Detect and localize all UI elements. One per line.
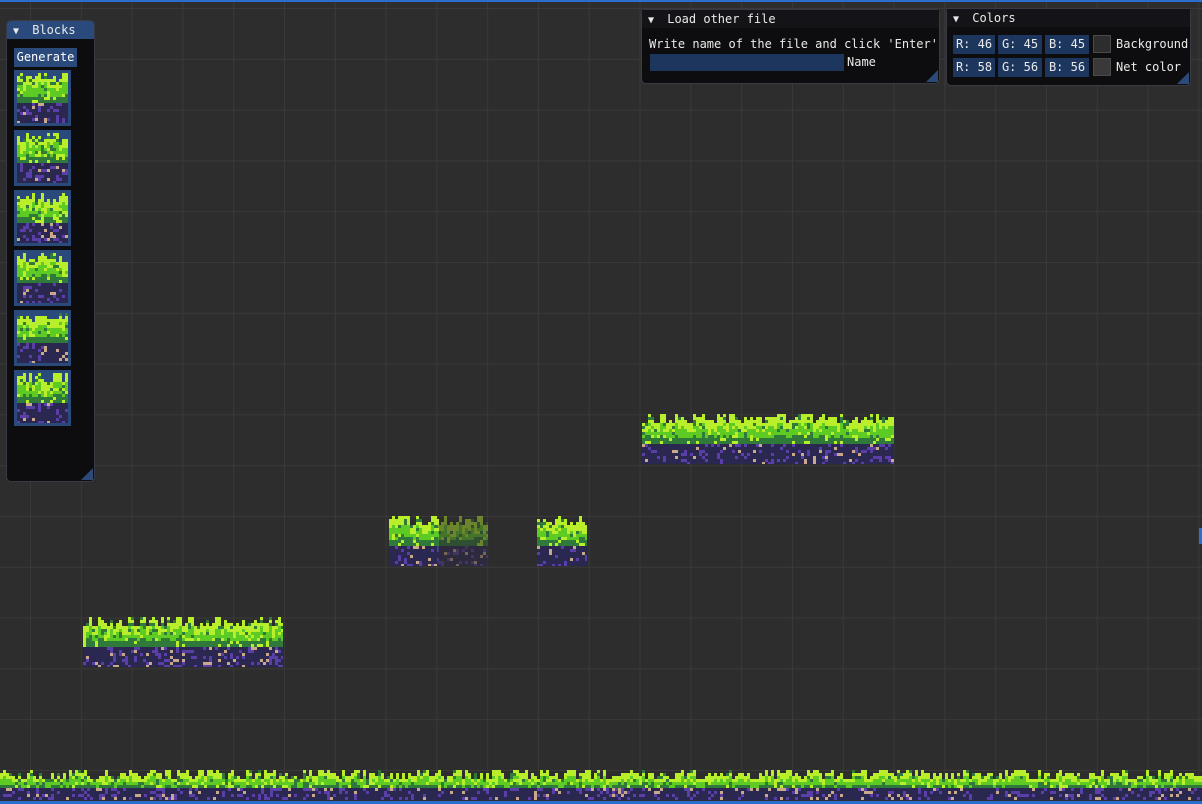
net-color-label: Net color	[1116, 60, 1182, 74]
triangle-down-icon[interactable]: ▼	[953, 11, 965, 29]
background-b-field[interactable]: B: 45	[1045, 35, 1089, 54]
window-top-border	[0, 0, 1202, 2]
blocks-panel-header[interactable]: ▼ Blocks	[7, 21, 94, 39]
tile-single-right[interactable]	[537, 516, 587, 566]
net-color-swatch[interactable]	[1093, 58, 1111, 76]
resize-grip-icon[interactable]	[81, 468, 93, 480]
net-b-field[interactable]: B: 56	[1045, 58, 1089, 77]
block-item-5[interactable]	[14, 310, 71, 366]
colors-panel-title: Colors	[972, 11, 1016, 25]
tile-preview-ghost	[438, 516, 488, 566]
file-name-input[interactable]	[650, 54, 844, 71]
block-preview-icon	[17, 373, 68, 424]
net-g-field[interactable]: G: 56	[998, 58, 1042, 77]
block-preview-icon	[17, 313, 68, 364]
blocks-panel: ▼ Blocks Generate	[6, 20, 95, 482]
triangle-down-icon[interactable]: ▼	[13, 23, 25, 41]
net-r-field[interactable]: R: 58	[953, 58, 995, 77]
resize-grip-icon[interactable]	[926, 70, 938, 82]
background-r-field[interactable]: R: 46	[953, 35, 995, 54]
block-preview-icon	[17, 133, 68, 184]
tile-platform-lower-left[interactable]	[83, 617, 283, 667]
block-preview-icon	[17, 73, 68, 124]
generate-button[interactable]: Generate	[14, 48, 77, 67]
block-item-6[interactable]	[14, 370, 71, 426]
resize-grip-icon[interactable]	[1177, 72, 1189, 84]
tile-single-left[interactable]	[389, 516, 439, 566]
block-preview-icon	[17, 193, 68, 244]
tile-platform-upper-right[interactable]	[642, 414, 894, 464]
background-color-label: Background	[1116, 37, 1189, 51]
triangle-down-icon[interactable]: ▼	[648, 12, 660, 30]
block-item-2[interactable]	[14, 130, 71, 186]
load-file-panel: ▼ Load other file Write name of the file…	[641, 9, 940, 84]
load-file-panel-title: Load other file	[667, 12, 776, 26]
block-item-4[interactable]	[14, 250, 71, 306]
block-item-1[interactable]	[14, 70, 71, 126]
load-file-panel-header[interactable]: ▼ Load other file	[642, 10, 939, 28]
blocks-panel-title: Blocks	[32, 23, 76, 37]
load-file-help-text: Write name of the file and click 'Enter'	[649, 37, 938, 51]
colors-panel: ▼ Colors R: 46 G: 45 B: 45 Background R:…	[946, 8, 1191, 86]
block-item-3[interactable]	[14, 190, 71, 246]
file-name-label: Name	[847, 55, 876, 69]
block-preview-icon	[17, 253, 68, 304]
colors-panel-header[interactable]: ▼ Colors	[947, 9, 1190, 27]
background-color-swatch[interactable]	[1093, 35, 1111, 53]
ground-tile-row[interactable]	[0, 770, 1202, 800]
background-g-field[interactable]: G: 45	[998, 35, 1042, 54]
